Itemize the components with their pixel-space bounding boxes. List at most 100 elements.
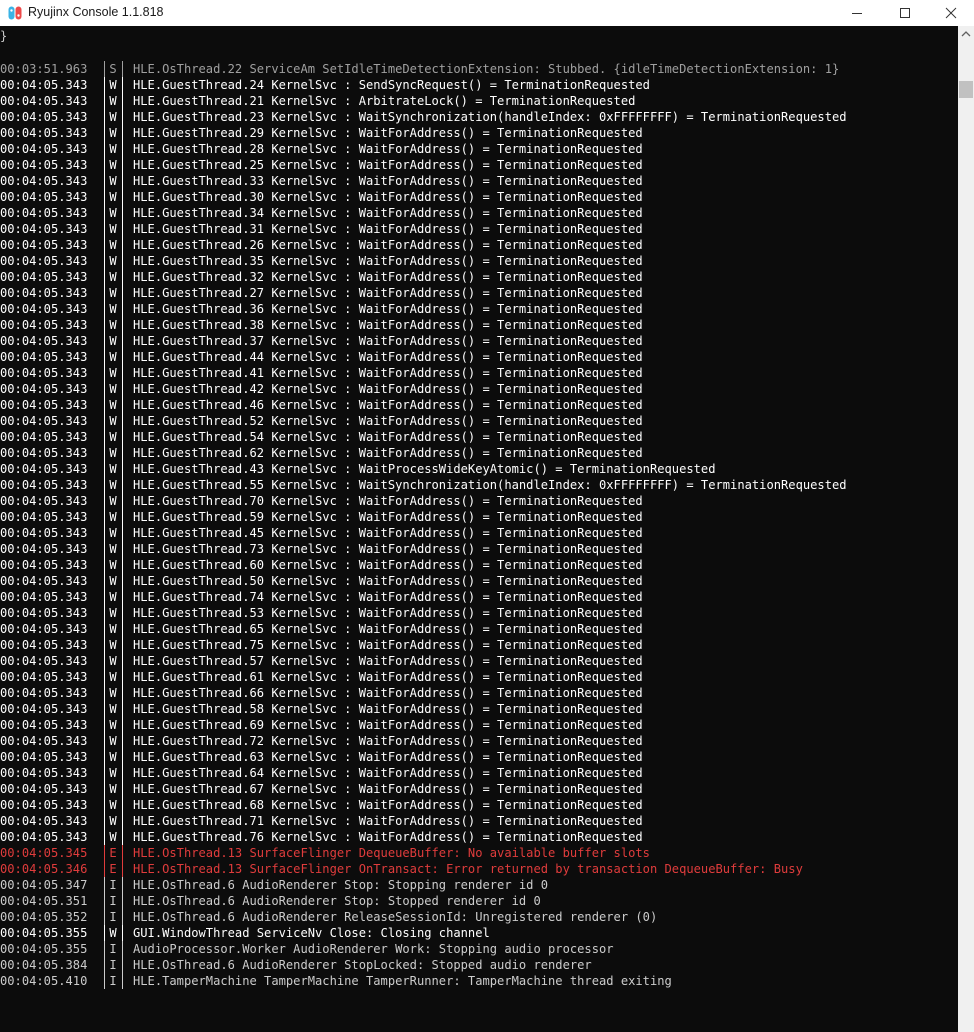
log-level: W <box>109 814 117 828</box>
maximize-button[interactable] <box>882 0 928 26</box>
column-separator <box>104 493 105 509</box>
column-separator <box>104 237 105 253</box>
log-message: HLE.GuestThread.57 KernelSvc : WaitForAd… <box>133 654 643 668</box>
log-level: W <box>109 222 117 236</box>
log-timestamp: 00:04:05.343 <box>0 510 88 524</box>
column-separator <box>122 381 123 397</box>
log-message: HLE.GuestThread.61 KernelSvc : WaitForAd… <box>133 670 643 684</box>
column-separator <box>122 925 123 941</box>
column-separator <box>104 605 105 621</box>
column-separator <box>104 221 105 237</box>
log-message: HLE.GuestThread.68 KernelSvc : WaitForAd… <box>133 798 643 812</box>
log-level: W <box>109 750 117 764</box>
column-separator <box>122 877 123 893</box>
column-separator <box>122 845 123 861</box>
log-message: HLE.GuestThread.72 KernelSvc : WaitForAd… <box>133 734 643 748</box>
column-separator <box>122 317 123 333</box>
log-message: HLE.GuestThread.21 KernelSvc : Arbitrate… <box>133 94 636 108</box>
close-button[interactable] <box>928 0 974 26</box>
log-message: HLE.TamperMachine TamperMachine TamperRu… <box>133 974 672 988</box>
column-separator <box>104 829 105 845</box>
console-caret: } <box>0 29 8 43</box>
log-level: W <box>109 78 117 92</box>
log-message: HLE.OsThread.6 AudioRenderer Stop: Stopp… <box>133 878 549 892</box>
log-level: W <box>109 766 117 780</box>
log-level: I <box>109 894 117 908</box>
log-timestamp: 00:04:05.343 <box>0 798 88 812</box>
column-separator <box>104 925 105 941</box>
log-timestamp: 00:04:05.352 <box>0 910 88 924</box>
column-separator <box>122 749 123 765</box>
log-level: I <box>109 942 117 956</box>
column-separator <box>104 749 105 765</box>
log-message: HLE.GuestThread.64 KernelSvc : WaitForAd… <box>133 766 643 780</box>
column-separator <box>104 509 105 525</box>
column-separator <box>122 973 123 989</box>
log-timestamp: 00:04:05.343 <box>0 382 88 396</box>
column-separator <box>104 813 105 829</box>
log-timestamp: 00:04:05.343 <box>0 142 88 156</box>
log-message: HLE.GuestThread.59 KernelSvc : WaitForAd… <box>133 510 643 524</box>
column-separator <box>104 381 105 397</box>
column-separator <box>122 253 123 269</box>
column-separator <box>104 637 105 653</box>
column-separator <box>104 413 105 429</box>
scrollbar-thumb[interactable] <box>959 81 973 98</box>
log-message: HLE.GuestThread.50 KernelSvc : WaitForAd… <box>133 574 643 588</box>
column-separator <box>104 957 105 973</box>
column-separator <box>122 173 123 189</box>
log-timestamp: 00:04:05.343 <box>0 734 88 748</box>
title-bar[interactable]: Ryujinx Console 1.1.818 <box>0 0 974 27</box>
log-timestamp: 00:04:05.343 <box>0 302 88 316</box>
log-message: HLE.GuestThread.71 KernelSvc : WaitForAd… <box>133 814 643 828</box>
log-message: HLE.GuestThread.41 KernelSvc : WaitForAd… <box>133 366 643 380</box>
log-message: HLE.OsThread.22 ServiceAm SetIdleTimeDet… <box>133 62 840 76</box>
log-level: W <box>109 542 117 556</box>
log-message: HLE.GuestThread.37 KernelSvc : WaitForAd… <box>133 334 643 348</box>
log-level: W <box>109 606 117 620</box>
column-separator <box>122 397 123 413</box>
log-message: HLE.GuestThread.74 KernelSvc : WaitForAd… <box>133 590 643 604</box>
log-timestamp: 00:04:05.355 <box>0 926 88 940</box>
log-level: W <box>109 782 117 796</box>
column-separator <box>104 861 105 877</box>
minimize-button[interactable] <box>834 0 880 26</box>
console-output[interactable]: } 00:03:51.963 S HLE.OsThread.22 ServiceAm… <box>0 26 958 1032</box>
log-message: HLE.OsThread.6 AudioRenderer ReleaseSess… <box>133 910 658 924</box>
column-separator <box>104 877 105 893</box>
log-level: I <box>109 958 117 972</box>
log-level: E <box>109 862 117 876</box>
scroll-up-arrow-icon[interactable] <box>958 26 974 43</box>
column-separator <box>104 173 105 189</box>
log-timestamp: 00:04:05.343 <box>0 78 88 92</box>
column-separator <box>122 333 123 349</box>
column-separator <box>104 61 105 77</box>
log-timestamp: 00:04:05.343 <box>0 542 88 556</box>
log-level: W <box>109 110 117 124</box>
column-separator <box>122 269 123 285</box>
log-message: HLE.GuestThread.43 KernelSvc : WaitProce… <box>133 462 716 476</box>
log-level: S <box>109 62 117 76</box>
log-message: HLE.GuestThread.73 KernelSvc : WaitForAd… <box>133 542 643 556</box>
ryujinx-app-icon <box>8 6 22 20</box>
column-separator <box>104 157 105 173</box>
vertical-scrollbar[interactable] <box>958 26 974 1032</box>
log-message: HLE.GuestThread.46 KernelSvc : WaitForAd… <box>133 398 643 412</box>
log-level: W <box>109 350 117 364</box>
maximize-icon <box>900 8 910 18</box>
log-timestamp: 00:04:05.343 <box>0 526 88 540</box>
log-message: HLE.GuestThread.23 KernelSvc : WaitSynch… <box>133 110 847 124</box>
log-level: W <box>109 446 117 460</box>
log-message: HLE.GuestThread.76 KernelSvc : WaitForAd… <box>133 830 643 844</box>
log-message: GUI.WindowThread ServiceNv Close: Closin… <box>133 926 490 940</box>
log-message: HLE.GuestThread.28 KernelSvc : WaitForAd… <box>133 142 643 156</box>
column-separator <box>122 669 123 685</box>
column-separator <box>122 653 123 669</box>
column-separator <box>104 717 105 733</box>
log-timestamp: 00:04:05.346 <box>0 862 88 876</box>
log-message: HLE.GuestThread.53 KernelSvc : WaitForAd… <box>133 606 643 620</box>
log-message: HLE.GuestThread.33 KernelSvc : WaitForAd… <box>133 174 643 188</box>
log-message: HLE.GuestThread.34 KernelSvc : WaitForAd… <box>133 206 643 220</box>
log-timestamp: 00:04:05.343 <box>0 814 88 828</box>
log-level: W <box>109 126 117 140</box>
